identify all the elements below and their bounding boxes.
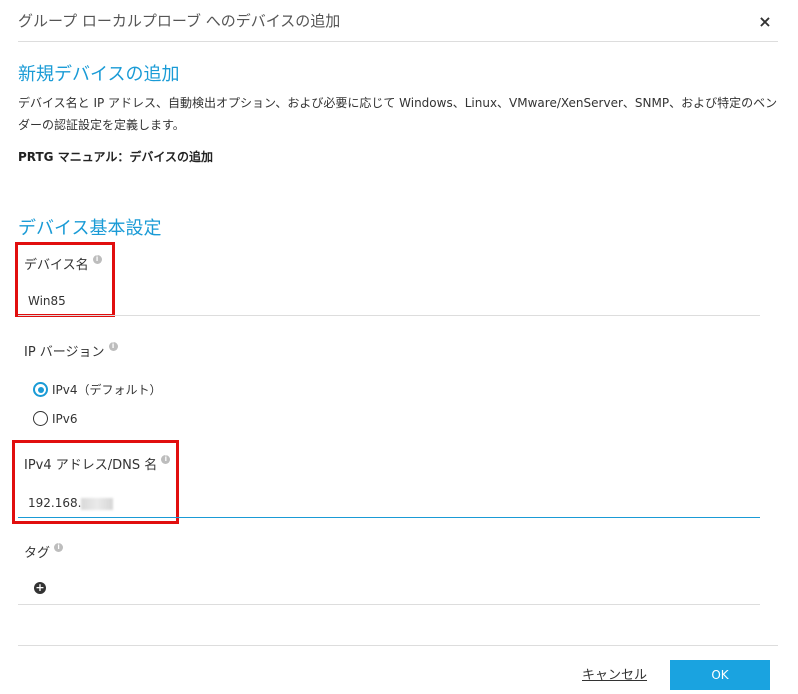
radio-button-unchecked[interactable] [33, 411, 48, 426]
info-icon[interactable]: i [54, 543, 64, 552]
plus-circle-icon[interactable]: + [34, 582, 46, 594]
ipv4-address-input[interactable]: 192.168. [28, 496, 114, 510]
header-divider [18, 41, 778, 42]
masked-address-part [81, 497, 114, 510]
device-name-label: デバイス名 i [24, 254, 102, 273]
tags-label: タグ i [24, 542, 64, 561]
tags-underline [18, 604, 760, 605]
device-name-label-text: デバイス名 [24, 258, 89, 273]
radio-ipv6[interactable]: IPv6 [33, 411, 78, 426]
ipv4-address-underline [18, 517, 760, 518]
tags-label-text: タグ [24, 546, 51, 561]
radio-button-checked[interactable] [33, 382, 48, 397]
radio-ipv4[interactable]: IPv4（デフォルト） [33, 381, 162, 398]
new-device-title: 新規デバイスの追加 [18, 64, 180, 85]
ok-button[interactable]: OK [670, 660, 770, 690]
footer-divider [18, 645, 778, 646]
ip-version-label: IP バージョン i [24, 341, 118, 360]
description: デバイス名と IP アドレス、自動検出オプション、および必要に応じて Windo… [18, 96, 778, 132]
ip-version-label-text: IP バージョン [24, 345, 105, 360]
manual-link[interactable]: PRTG マニュアル：デバイスの追加 [18, 148, 213, 165]
ipv4-address-value: 192.168. [28, 496, 82, 510]
ipv4-address-label-text: IPv4 アドレス/DNS 名 [24, 458, 158, 473]
device-name-underline [18, 315, 760, 316]
info-icon[interactable]: i [92, 255, 102, 264]
radio-ipv4-label: IPv4（デフォルト） [52, 383, 162, 397]
close-icon[interactable]: × [755, 10, 775, 34]
dialog-title: グループ ローカルプローブ へのデバイスの追加 [18, 12, 341, 30]
info-icon[interactable]: i [161, 455, 171, 464]
ipv4-address-label: IPv4 アドレス/DNS 名 i [24, 454, 171, 473]
radio-ipv6-label: IPv6 [52, 411, 78, 426]
device-name-input[interactable]: Win85 [28, 294, 66, 308]
basic-settings-title: デバイス基本設定 [18, 218, 162, 239]
ipv4-address-highlight [12, 440, 179, 524]
cancel-button[interactable]: キャンセル [582, 664, 647, 683]
info-icon[interactable]: i [108, 342, 118, 351]
